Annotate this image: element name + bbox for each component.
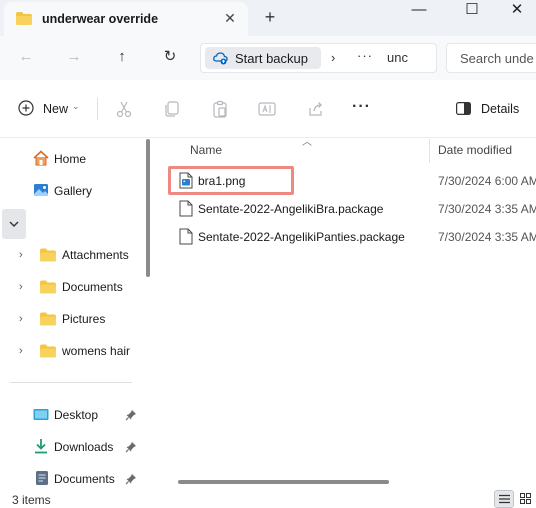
download-icon	[35, 439, 47, 454]
close-icon[interactable]: ✕	[222, 10, 238, 26]
new-tab-button[interactable]: +	[261, 8, 279, 26]
folder-icon	[40, 280, 56, 294]
command-bar: New ⌄ ··· Details	[0, 80, 536, 138]
file-date: 7/30/2024 3:35 AM	[438, 202, 536, 216]
list-view-icon	[499, 494, 510, 504]
file-row[interactable]: Sentate-2022-AngelikiBra.package 7/30/20…	[155, 195, 536, 223]
search-input[interactable]: Search unde	[446, 43, 536, 73]
horizontal-scrollbar[interactable]	[178, 480, 389, 484]
chevron-right-icon[interactable]: ›	[19, 345, 27, 357]
chevron-right-icon[interactable]: ›	[19, 313, 27, 325]
highlight-box	[168, 166, 294, 195]
pin-icon[interactable]	[125, 441, 137, 453]
search-placeholder: Search unde	[460, 51, 534, 66]
column-divider[interactable]	[429, 139, 430, 163]
sidebar-item-label: Pictures	[62, 312, 106, 326]
file-date: 7/30/2024 3:35 AM	[438, 230, 536, 244]
close-window-button[interactable]: ✕	[498, 0, 536, 20]
item-count: 3 items	[12, 493, 51, 507]
start-backup-label: Start backup	[235, 51, 308, 66]
maximize-button[interactable]: ☐	[453, 0, 491, 20]
sidebar-item-label: Gallery	[54, 184, 93, 198]
details-view-button[interactable]	[494, 490, 514, 508]
details-label: Details	[481, 102, 520, 116]
sidebar-item-gallery[interactable]: Gallery	[0, 177, 150, 205]
sidebar-folder-documents[interactable]: › Documents	[0, 273, 150, 301]
title-bar: underwear override ✕ + — ☐ ✕	[0, 0, 536, 36]
sidebar-item-home[interactable]: Home	[0, 145, 150, 173]
file-date: 7/30/2024 6:00 AM	[438, 174, 536, 188]
grid-view-icon	[520, 493, 531, 504]
sidebar-folder-womens-hair[interactable]: › womens hair	[0, 337, 150, 365]
new-label: New	[43, 102, 69, 116]
cloud-icon	[213, 52, 228, 65]
sidebar-item-desktop[interactable]: Desktop	[0, 401, 150, 429]
arrow-up-icon[interactable]: ↑	[111, 46, 133, 68]
tab-title: underwear override	[42, 12, 159, 26]
start-backup-button[interactable]: Start backup	[205, 47, 321, 69]
collapse-button[interactable]	[2, 209, 26, 239]
chevron-right-icon[interactable]: ›	[19, 281, 27, 293]
document-icon	[36, 471, 48, 485]
copy-icon[interactable]	[162, 99, 182, 119]
folder-icon	[40, 248, 56, 262]
sidebar-item-label: Desktop	[54, 408, 99, 422]
command-separator	[97, 98, 98, 120]
share-icon[interactable]	[306, 99, 326, 119]
chevron-down-icon: ⌄	[72, 101, 80, 111]
folder-icon	[40, 312, 56, 326]
file-list: ︿ Name Date modified bra1.png 7/30/2024 …	[155, 137, 536, 489]
sort-ascending-icon: ︿	[302, 137, 312, 148]
refresh-icon[interactable]: ↻	[159, 46, 181, 68]
breadcrumb-current[interactable]: unc	[387, 50, 408, 65]
status-bar: 3 items	[0, 489, 536, 508]
chevron-right-icon[interactable]: ›	[19, 249, 27, 261]
sidebar-item-label: Downloads	[54, 440, 114, 454]
cut-icon[interactable]	[114, 99, 134, 119]
file-icon	[179, 200, 193, 217]
pin-icon[interactable]	[125, 409, 137, 421]
tiles-view-button[interactable]	[516, 490, 536, 508]
minimize-button[interactable]: —	[400, 0, 438, 20]
file-name: Sentate-2022-AngelikiBra.package	[198, 202, 384, 216]
home-icon	[33, 150, 49, 166]
details-pane-icon	[456, 102, 471, 115]
more-options-button[interactable]: ···	[352, 98, 371, 116]
column-header-date-modified[interactable]: Date modified	[438, 143, 512, 167]
plus-circle-icon	[18, 100, 34, 116]
sidebar-folder-pictures[interactable]: › Pictures	[0, 305, 150, 333]
gallery-icon	[34, 184, 48, 196]
sidebar-item-downloads[interactable]: Downloads	[0, 433, 150, 461]
folder-icon	[40, 344, 56, 358]
desktop-icon	[33, 409, 49, 420]
sidebar-item-label: Attachments	[62, 248, 129, 262]
file-icon	[179, 228, 193, 245]
sidebar-item-label: Documents	[62, 280, 123, 294]
paste-icon[interactable]	[210, 99, 230, 119]
navigation-pane: Home Gallery › Attachments › Documents ›	[0, 139, 155, 489]
new-button[interactable]: New ⌄	[14, 97, 84, 121]
address-row: ← → ↑ ↻ Start backup › ··· unc Search un…	[0, 36, 536, 80]
chevron-down-icon	[9, 221, 19, 227]
folder-icon	[16, 12, 32, 25]
column-header-name[interactable]: Name	[190, 143, 222, 167]
tab-active[interactable]: underwear override ✕	[4, 2, 248, 36]
nav-divider	[10, 382, 132, 383]
file-name: Sentate-2022-AngelikiPanties.package	[198, 230, 405, 244]
rename-icon[interactable]	[257, 99, 277, 119]
sidebar-folder-attachments[interactable]: › Attachments	[0, 241, 150, 269]
sidebar-item-label: womens hair	[62, 344, 131, 358]
pin-icon[interactable]	[125, 473, 137, 485]
address-bar[interactable]: Start backup › ··· unc	[200, 43, 437, 73]
sidebar-item-label: Documents	[54, 472, 115, 486]
file-row[interactable]: Sentate-2022-AngelikiPanties.package 7/3…	[155, 223, 536, 251]
arrow-right-icon[interactable]: →	[63, 46, 85, 68]
breadcrumb-separator: ›	[331, 50, 336, 65]
nav-scrollbar[interactable]	[146, 139, 150, 277]
details-button[interactable]: Details	[452, 98, 532, 120]
sidebar-item-label: Home	[54, 152, 87, 166]
breadcrumb-more-button[interactable]: ···	[357, 48, 373, 63]
arrow-left-icon[interactable]: ←	[15, 46, 37, 68]
